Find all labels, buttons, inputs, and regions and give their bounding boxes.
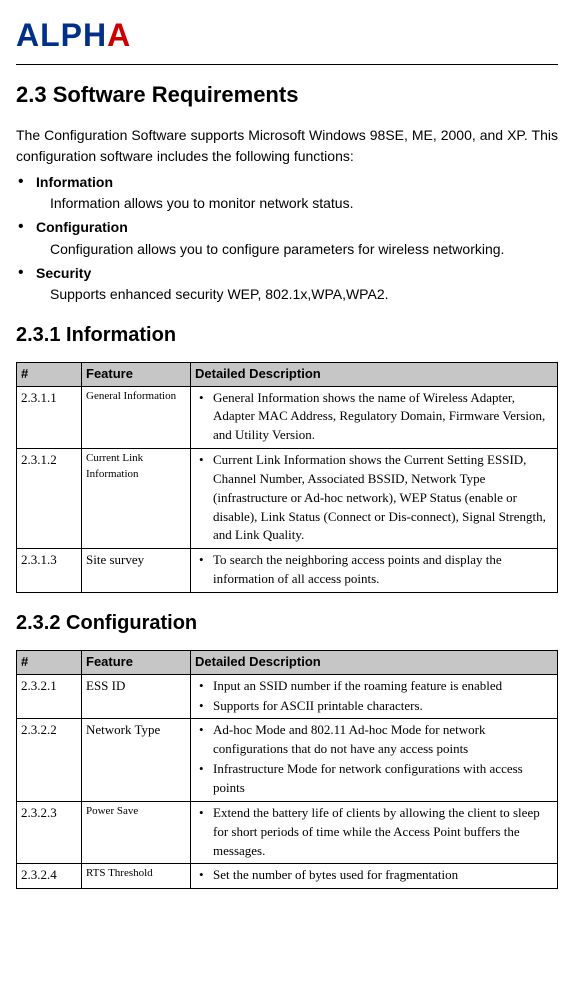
cell-description: Extend the battery life of clients by al… <box>191 801 558 864</box>
col-feature: Feature <box>82 650 191 674</box>
bullet-desc: Configuration allows you to configure pa… <box>36 239 558 259</box>
cell-number: 2.3.2.2 <box>17 719 82 801</box>
logo: ALPHA <box>16 12 558 58</box>
table-row: 2.3.2.4RTS ThresholdSet the number of by… <box>17 864 558 889</box>
table-row: 2.3.2.3Power SaveExtend the battery life… <box>17 801 558 864</box>
cell-number: 2.3.1.1 <box>17 386 82 449</box>
table-row: 2.3.1.3Site surveyTo search the neighbor… <box>17 549 558 593</box>
bullet-information: Information Information allows you to mo… <box>16 172 558 214</box>
cell-description: Set the number of bytes used for fragmen… <box>191 864 558 889</box>
cell-description: General Information shows the name of Wi… <box>191 386 558 449</box>
desc-item: Infrastructure Mode for network configur… <box>195 760 553 798</box>
table-row: 2.3.2.2Network TypeAd-hoc Mode and 802.1… <box>17 719 558 801</box>
desc-item: Current Link Information shows the Curre… <box>195 451 553 545</box>
desc-item: To search the neighboring access points … <box>195 551 553 589</box>
intro-text: The Configuration Software supports Micr… <box>16 125 558 166</box>
desc-item: Supports for ASCII printable characters. <box>195 697 553 716</box>
bullet-title: Configuration <box>36 217 558 237</box>
col-desc: Detailed Description <box>191 650 558 674</box>
cell-number: 2.3.2.3 <box>17 801 82 864</box>
desc-item: Input an SSID number if the roaming feat… <box>195 677 553 696</box>
divider <box>16 64 558 65</box>
table-row: 2.3.2.1ESS IDInput an SSID number if the… <box>17 674 558 719</box>
cell-description: To search the neighboring access points … <box>191 549 558 593</box>
cell-feature: Current Link Information <box>82 449 191 549</box>
feature-bullets: Information Information allows you to mo… <box>16 172 558 305</box>
col-desc: Detailed Description <box>191 362 558 386</box>
section-title: 2.3 Software Requirements <box>16 79 558 111</box>
cell-feature: ESS ID <box>82 674 191 719</box>
cell-number: 2.3.2.1 <box>17 674 82 719</box>
cell-description: Current Link Information shows the Curre… <box>191 449 558 549</box>
desc-item: Set the number of bytes used for fragmen… <box>195 866 553 885</box>
cell-feature: Network Type <box>82 719 191 801</box>
subsection-information: 2.3.1 Information <box>16 321 558 350</box>
bullet-configuration: Configuration Configuration allows you t… <box>16 217 558 259</box>
cell-number: 2.3.2.4 <box>17 864 82 889</box>
cell-feature: General Information <box>82 386 191 449</box>
table-row: 2.3.1.1General InformationGeneral Inform… <box>17 386 558 449</box>
bullet-desc: Information allows you to monitor networ… <box>36 193 558 213</box>
bullet-security: Security Supports enhanced security WEP,… <box>16 263 558 305</box>
col-num: # <box>17 650 82 674</box>
table-header-row: # Feature Detailed Description <box>17 650 558 674</box>
desc-item: Extend the battery life of clients by al… <box>195 804 553 861</box>
table-row: 2.3.1.2Current Link InformationCurrent L… <box>17 449 558 549</box>
col-feature: Feature <box>82 362 191 386</box>
information-table: # Feature Detailed Description 2.3.1.1Ge… <box>16 362 558 593</box>
col-num: # <box>17 362 82 386</box>
cell-feature: Site survey <box>82 549 191 593</box>
cell-number: 2.3.1.3 <box>17 549 82 593</box>
configuration-table: # Feature Detailed Description 2.3.2.1ES… <box>16 650 558 889</box>
bullet-title: Security <box>36 263 558 283</box>
bullet-title: Information <box>36 172 558 192</box>
cell-description: Ad-hoc Mode and 802.11 Ad-hoc Mode for n… <box>191 719 558 801</box>
bullet-desc: Supports enhanced security WEP, 802.1x,W… <box>36 284 558 304</box>
desc-item: Ad-hoc Mode and 802.11 Ad-hoc Mode for n… <box>195 721 553 759</box>
cell-description: Input an SSID number if the roaming feat… <box>191 674 558 719</box>
cell-feature: Power Save <box>82 801 191 864</box>
cell-number: 2.3.1.2 <box>17 449 82 549</box>
table-header-row: # Feature Detailed Description <box>17 362 558 386</box>
subsection-configuration: 2.3.2 Configuration <box>16 609 558 638</box>
desc-item: General Information shows the name of Wi… <box>195 389 553 446</box>
cell-feature: RTS Threshold <box>82 864 191 889</box>
